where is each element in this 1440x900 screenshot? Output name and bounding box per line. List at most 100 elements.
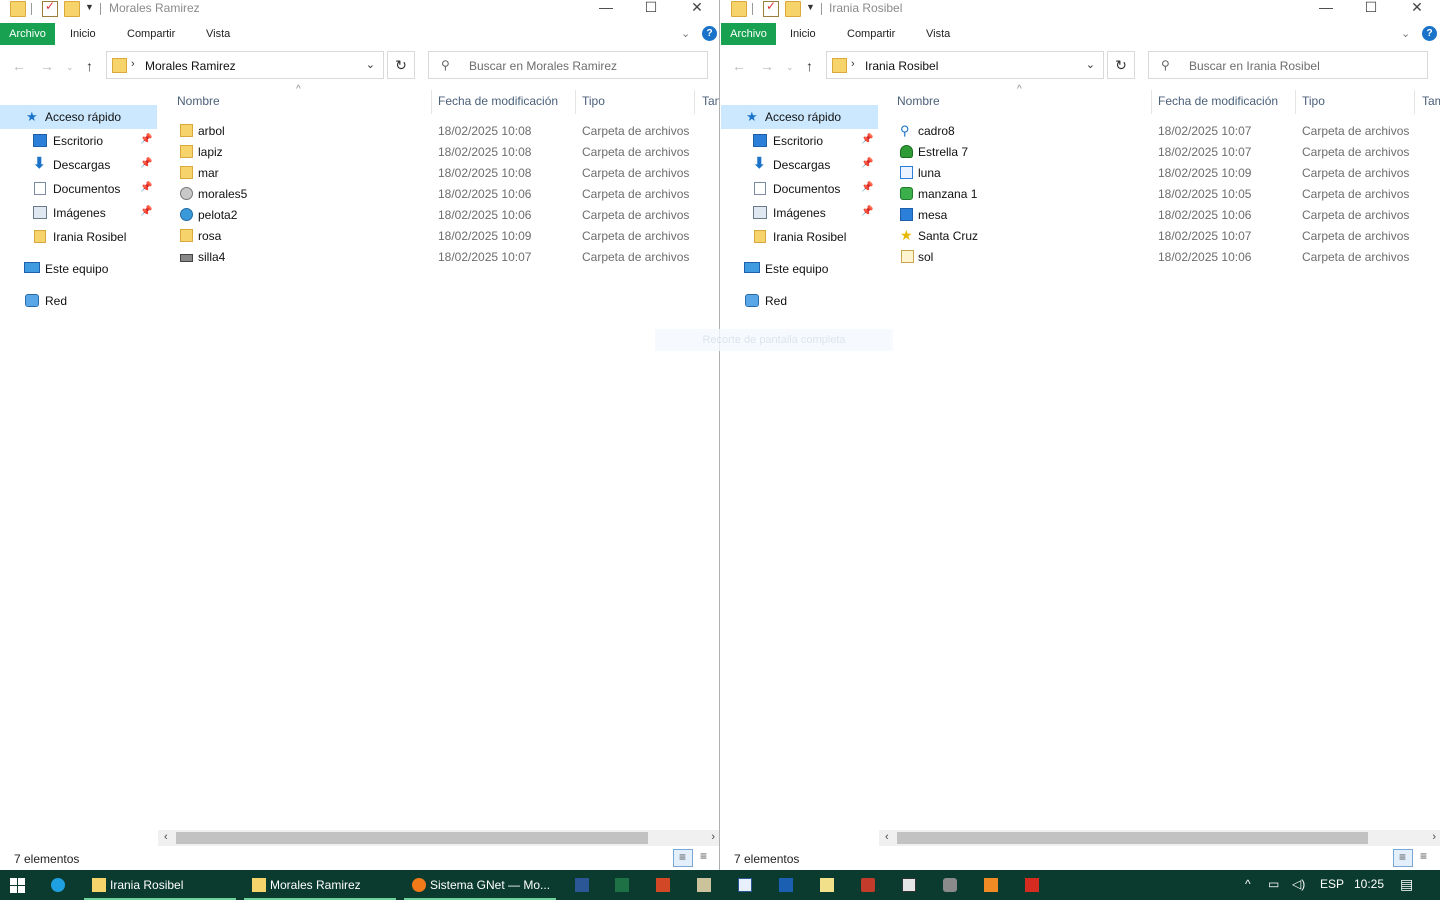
column-divider[interactable] xyxy=(1151,90,1152,114)
taskbar-item-morales-ramirez[interactable]: Morales Ramirez xyxy=(244,870,396,900)
column-divider[interactable] xyxy=(575,90,576,114)
column-header-type[interactable]: Tipo xyxy=(1302,94,1325,108)
list-item[interactable]: sol 18/02/2025 10:06 Carpeta de archivos xyxy=(879,246,1440,267)
nav-item-irania-rosibel[interactable]: Irania Rosibel xyxy=(0,225,157,249)
refresh-button[interactable]: ↻ xyxy=(1107,51,1135,79)
list-item[interactable]: mar 18/02/2025 10:08 Carpeta de archivos xyxy=(158,162,719,183)
new-folder-icon[interactable] xyxy=(785,1,801,17)
list-item[interactable]: ★ Santa Cruz 18/02/2025 10:07 Carpeta de… xyxy=(879,225,1440,246)
powerpoint-icon[interactable] xyxy=(656,878,670,892)
scroll-right-icon[interactable]: › xyxy=(711,831,715,843)
nav-item-documentos[interactable]: Documentos 📌 xyxy=(721,177,878,201)
customize-toolbar-icon[interactable]: ▼ xyxy=(806,2,815,12)
nav-item-este-equipo[interactable]: Este equipo xyxy=(721,257,878,281)
list-item[interactable]: Estrella 7 18/02/2025 10:07 Carpeta de a… xyxy=(879,141,1440,162)
nav-item-quick-access[interactable]: ★ Acceso rápido xyxy=(721,105,878,129)
edge-icon[interactable] xyxy=(51,878,65,892)
windows-start-icon[interactable] xyxy=(10,878,25,893)
column-divider[interactable] xyxy=(694,90,695,114)
column-header-type[interactable]: Tipo xyxy=(582,94,605,108)
address-bar[interactable]: › Morales Ramirez ⌄ xyxy=(106,51,384,79)
large-icons-view-button[interactable] xyxy=(695,849,715,867)
list-item[interactable]: morales5 18/02/2025 10:06 Carpeta de arc… xyxy=(158,183,719,204)
database-icon[interactable] xyxy=(943,878,957,892)
tab-inicio[interactable]: Inicio xyxy=(70,28,96,40)
back-button[interactable]: ← xyxy=(12,58,26,74)
details-view-button[interactable] xyxy=(673,849,693,867)
app-icon[interactable] xyxy=(779,878,793,892)
properties-icon[interactable] xyxy=(763,0,779,17)
tab-vista[interactable]: Vista xyxy=(206,28,230,40)
nav-item-documentos[interactable]: Documentos 📌 xyxy=(0,177,157,201)
scroll-left-icon[interactable]: ‹ xyxy=(885,831,889,843)
up-button[interactable]: ↑ xyxy=(806,58,813,74)
pin-icon[interactable]: 📌 xyxy=(861,206,873,217)
pin-icon[interactable]: 📌 xyxy=(861,134,873,145)
list-item[interactable]: luna 18/02/2025 10:09 Carpeta de archivo… xyxy=(879,162,1440,183)
app-icon[interactable] xyxy=(697,878,711,892)
column-header-size[interactable]: Tam xyxy=(702,94,719,108)
customize-toolbar-icon[interactable]: ▼ xyxy=(85,2,94,12)
horizontal-scrollbar[interactable]: ‹ › xyxy=(158,830,719,846)
expand-ribbon-icon[interactable]: ⌄ xyxy=(681,27,690,40)
tab-compartir[interactable]: Compartir xyxy=(847,28,895,40)
close-button[interactable]: ✕ xyxy=(674,0,719,16)
refresh-button[interactable]: ↻ xyxy=(387,51,415,79)
app-icon[interactable] xyxy=(861,878,875,892)
maximize-button[interactable]: ☐ xyxy=(1348,0,1394,16)
scrollbar-thumb[interactable] xyxy=(176,832,648,844)
list-item[interactable]: mesa 18/02/2025 10:06 Carpeta de archivo… xyxy=(879,204,1440,225)
nav-item-irania-rosibel[interactable]: Irania Rosibel xyxy=(721,225,878,249)
column-header-name[interactable]: Nombre xyxy=(177,94,220,108)
nav-item-imagenes[interactable]: Imágenes 📌 xyxy=(0,201,157,225)
list-item[interactable]: rosa 18/02/2025 10:09 Carpeta de archivo… xyxy=(158,225,719,246)
clock[interactable]: 10:25 xyxy=(1354,877,1384,891)
pin-icon[interactable]: 📌 xyxy=(140,158,152,169)
properties-icon[interactable] xyxy=(42,0,58,17)
nav-item-descargas[interactable]: ⬇ Descargas 📌 xyxy=(0,153,157,177)
chevron-down-icon[interactable]: ⌄ xyxy=(1086,58,1095,71)
column-divider[interactable] xyxy=(431,90,432,114)
xampp-icon[interactable] xyxy=(984,878,998,892)
scroll-right-icon[interactable]: › xyxy=(1432,831,1436,843)
excel-icon[interactable] xyxy=(615,878,629,892)
nav-item-quick-access[interactable]: ★ Acceso rápido xyxy=(0,105,157,129)
tab-archivo[interactable]: Archivo xyxy=(721,23,776,45)
horizontal-scrollbar[interactable]: ‹ › xyxy=(879,830,1440,846)
filezilla-icon[interactable] xyxy=(1025,878,1039,892)
word-icon[interactable] xyxy=(575,878,589,892)
search-input[interactable]: ⚲ Buscar en Irania Rosibel xyxy=(1148,51,1428,79)
column-header-date[interactable]: Fecha de modificación xyxy=(1158,94,1278,108)
nav-item-este-equipo[interactable]: Este equipo xyxy=(0,257,157,281)
address-bar[interactable]: › Irania Rosibel ⌄ xyxy=(826,51,1104,79)
app-icon[interactable] xyxy=(902,878,916,892)
tab-archivo[interactable]: Archivo xyxy=(0,23,55,45)
forward-button[interactable]: → xyxy=(40,58,54,74)
list-item[interactable]: ⚲ cadro8 18/02/2025 10:07 Carpeta de arc… xyxy=(879,120,1440,141)
new-folder-icon[interactable] xyxy=(64,1,80,17)
column-header-name[interactable]: Nombre xyxy=(897,94,940,108)
minimize-button[interactable]: — xyxy=(1303,0,1349,15)
notepad-icon[interactable] xyxy=(820,878,834,892)
help-icon[interactable]: ? xyxy=(1422,26,1437,41)
language-indicator[interactable]: ESP xyxy=(1320,877,1344,891)
minimize-button[interactable]: — xyxy=(583,0,629,15)
app-icon[interactable] xyxy=(738,878,752,892)
help-icon[interactable]: ? xyxy=(702,26,717,41)
chevron-up-icon[interactable]: ^ xyxy=(1245,877,1251,891)
column-header-size[interactable]: Tam xyxy=(1422,94,1440,108)
expand-ribbon-icon[interactable]: ⌄ xyxy=(1401,27,1410,40)
column-divider[interactable] xyxy=(1414,90,1415,114)
nav-item-escritorio[interactable]: Escritorio 📌 xyxy=(0,129,157,153)
scrollbar-thumb[interactable] xyxy=(897,832,1368,844)
list-item[interactable]: manzana 1 18/02/2025 10:05 Carpeta de ar… xyxy=(879,183,1440,204)
list-item[interactable]: lapiz 18/02/2025 10:08 Carpeta de archiv… xyxy=(158,141,719,162)
taskbar-item-firefox[interactable]: Sistema GNet — Mo... xyxy=(404,870,556,900)
nav-item-red[interactable]: Red xyxy=(721,289,878,313)
recent-locations-icon[interactable]: ⌄ xyxy=(66,62,74,73)
list-item[interactable]: silla4 18/02/2025 10:07 Carpeta de archi… xyxy=(158,246,719,267)
scroll-left-icon[interactable]: ‹ xyxy=(164,831,168,843)
pin-icon[interactable]: 📌 xyxy=(861,182,873,193)
tab-vista[interactable]: Vista xyxy=(926,28,950,40)
details-view-button[interactable] xyxy=(1393,849,1413,867)
